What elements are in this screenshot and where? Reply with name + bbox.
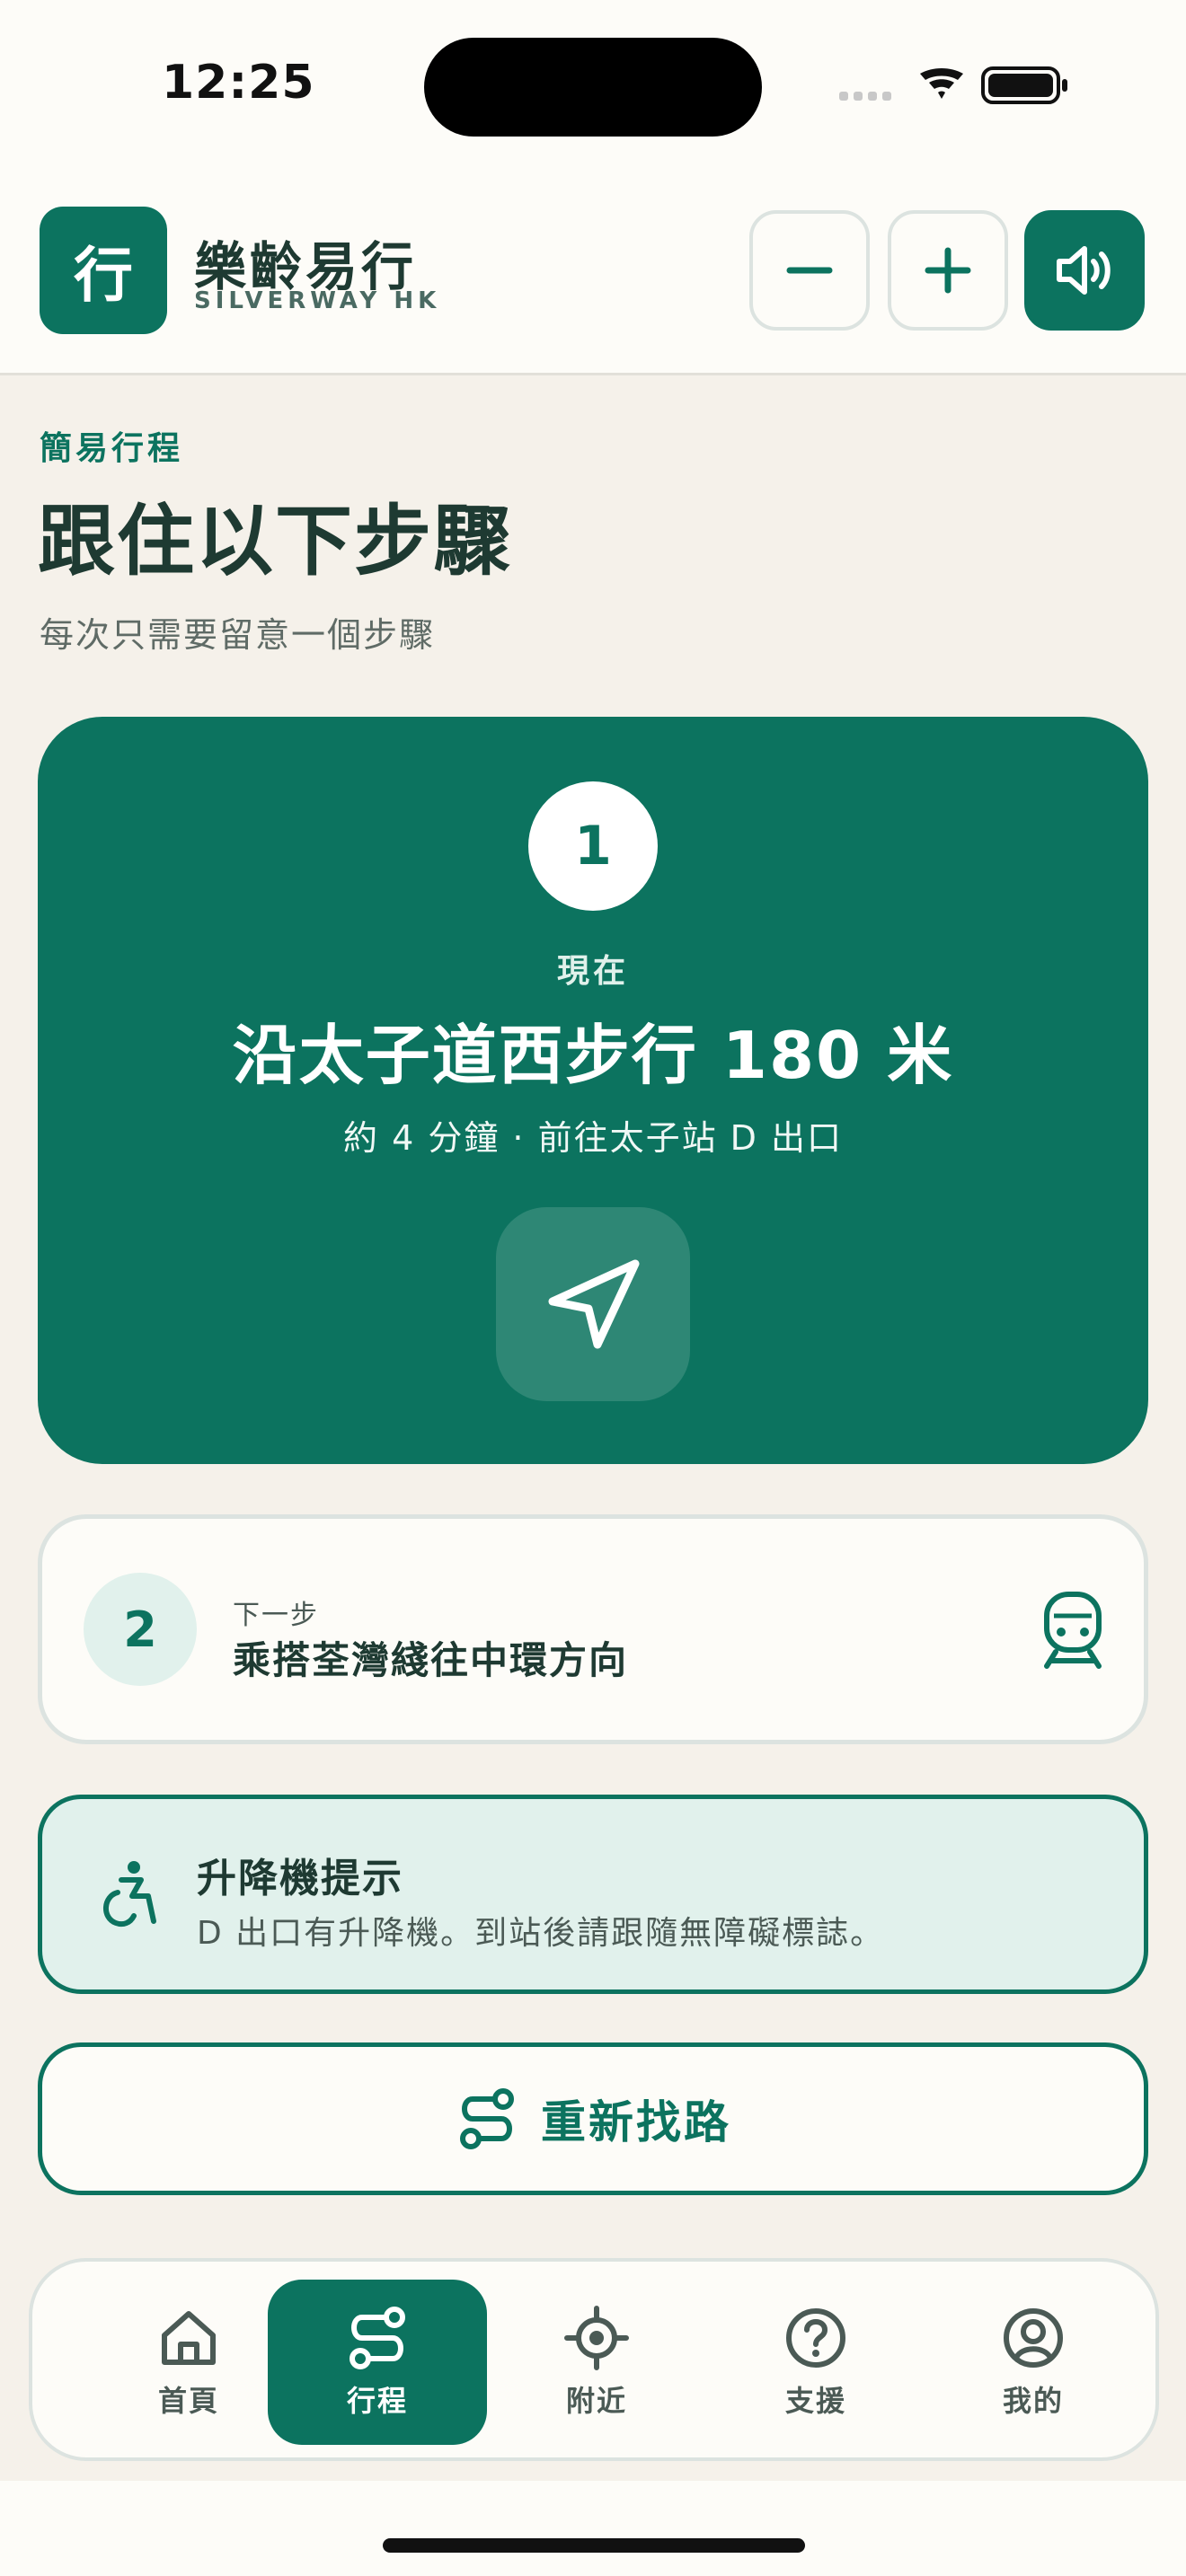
tab-label: 行程 [346, 2384, 408, 2418]
next-step-number: 2 [84, 1573, 197, 1686]
tip-title: 升降機提示 [197, 1856, 403, 1901]
read-aloud-button[interactable] [1024, 210, 1145, 331]
next-step-instruction: 乘搭荃灣綫往中環方向 [233, 1638, 629, 1682]
cellular-signal-icon [839, 92, 891, 101]
battery-icon [981, 66, 1067, 104]
current-step-instruction: 沿太子道西步行 180 米 [232, 1018, 954, 1093]
bottom-tab-bar: 首頁 行程 附近 支援 我的 [29, 2258, 1159, 2461]
wheelchair-accessible-icon [103, 1861, 156, 1928]
route-icon [460, 2088, 514, 2149]
tab-label: 首頁 [157, 2384, 219, 2418]
status-bar: 12:25 [0, 0, 1186, 180]
location-target-icon [564, 2306, 629, 2370]
reroute-button[interactable]: 重新找路 [38, 2042, 1148, 2195]
home-icon [162, 2311, 216, 2365]
tab-profile[interactable]: 我的 [924, 2280, 1143, 2445]
tab-label: 支援 [784, 2384, 846, 2418]
current-step-card: 1 現在 沿太子道西步行 180 米 約 4 分鐘 · 前往太子站 D 出口 [38, 717, 1148, 1464]
start-navigation-button[interactable] [496, 1207, 690, 1401]
status-time: 12:25 [162, 56, 315, 110]
next-step-card[interactable]: 2 下一步 乘搭荃灣綫往中環方向 [38, 1514, 1148, 1744]
minus-icon [786, 267, 833, 274]
train-icon [1044, 1592, 1102, 1669]
page-title: 跟住以下步驟 [38, 497, 512, 587]
navigation-arrow-icon [548, 1259, 640, 1349]
page-eyebrow: 簡易行程 [40, 430, 184, 467]
increase-text-size-button[interactable] [888, 210, 1008, 331]
tab-home[interactable]: 首頁 [79, 2280, 298, 2445]
plus-icon [925, 247, 971, 294]
app-subtitle: SILVERWAY HK [194, 287, 441, 314]
status-icons [839, 66, 1067, 104]
current-step-detail: 約 4 分鐘 · 前往太子站 D 出口 [343, 1118, 843, 1158]
reroute-label: 重新找路 [541, 2096, 731, 2148]
elevator-tip-card: 升降機提示 D 出口有升降機。到站後請跟隨無障礙標誌。 [38, 1795, 1148, 1994]
help-icon [786, 2308, 845, 2368]
safe-area-bottom [0, 2481, 1186, 2576]
app-header: 行 樂齡易行 SILVERWAY HK [0, 180, 1186, 375]
decrease-text-size-button[interactable] [749, 210, 870, 331]
dynamic-island [424, 38, 762, 137]
tab-label: 附近 [565, 2384, 627, 2418]
home-indicator[interactable] [383, 2538, 805, 2553]
tab-trip[interactable]: 行程 [268, 2280, 487, 2445]
speaker-icon [1057, 246, 1111, 295]
next-step-label: 下一步 [233, 1600, 319, 1631]
page-subtitle: 每次只需要留意一個步驟 [40, 615, 436, 655]
wifi-icon [920, 68, 963, 99]
app-logo: 行 [40, 207, 167, 334]
route-icon [350, 2307, 405, 2369]
current-step-label: 現在 [556, 953, 629, 990]
current-step-number: 1 [528, 781, 658, 911]
profile-icon [1004, 2308, 1063, 2368]
tab-support[interactable]: 支援 [706, 2280, 925, 2445]
tab-label: 我的 [1002, 2384, 1064, 2418]
tab-nearby[interactable]: 附近 [487, 2280, 706, 2445]
tip-body: D 出口有升降機。到站後請跟隨無障礙標誌。 [197, 1915, 885, 1952]
